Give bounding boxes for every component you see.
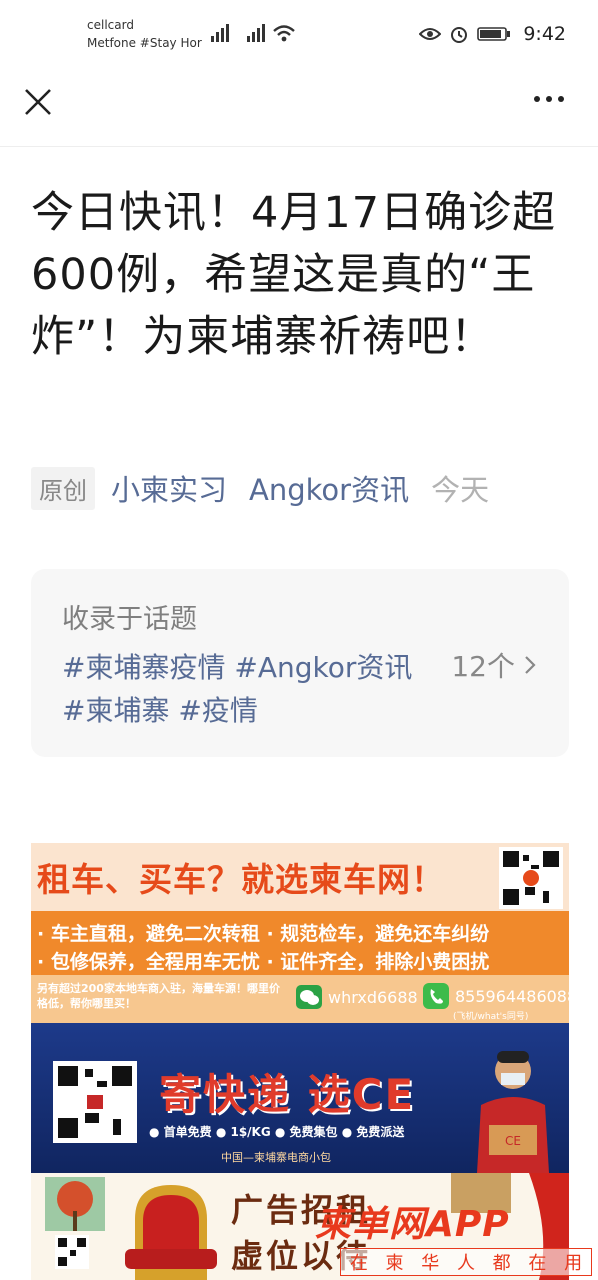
slogan-char: 在: [349, 1253, 368, 1274]
publish-date: 今天: [431, 473, 490, 507]
qr-code-icon-3: [55, 1235, 89, 1269]
delivery-person-image: CE: [477, 1051, 549, 1173]
courier-title: 寄快递 选CE: [159, 1070, 416, 1119]
topic-card[interactable]: 收录于话题 #柬埔寨疫情 #Angkor资讯 #柬埔寨 #疫情 12个: [31, 569, 569, 757]
close-icon[interactable]: [22, 86, 54, 118]
slogan-char: 华: [421, 1253, 440, 1274]
car-banner-title: 租车、买车？就选柬车网！: [37, 860, 445, 899]
car-banner-small-text: 另有超过200家本地车商入驻，海量车源！哪里价格低，帮你哪里买！: [37, 982, 280, 1010]
signal-icon: [211, 24, 229, 42]
article-meta: 原创 小柬实习 Angkor资讯 今天: [31, 466, 489, 510]
status-bar: cellcard Metfone #Stay Hor 9:42: [0, 0, 598, 68]
svg-text:CE: CE: [505, 1134, 521, 1148]
car-banner-line-2: · 包修保养，全程用车无忧 · 证件齐全，排除小费困扰: [37, 951, 490, 973]
qr-code-icon: [499, 847, 563, 909]
phone-sub: (飞机/what's同号): [453, 1012, 529, 1022]
carrier-info: cellcard Metfone #Stay Hor: [87, 16, 202, 52]
wifi-icon: [273, 25, 295, 42]
clock: 9:42: [523, 23, 566, 45]
battery-icon: [477, 27, 511, 41]
watermark-slogan: 在 柬 华 人 都 在 用: [340, 1248, 592, 1276]
top-nav: [0, 68, 598, 147]
topic-label: 收录于话题: [62, 604, 197, 635]
courier-features: ● 首单免费 ● 1$/KG ● 免费集包 ● 免费派送: [149, 1125, 405, 1139]
carrier-sub: Metfone #Stay Hor: [87, 36, 202, 50]
courier-banner: 寄快递 选CE ● 首单免费 ● 1$/KG ● 免费集包 ● 免费派送 中国—…: [31, 1023, 569, 1173]
slogan-char: 人: [456, 1253, 475, 1274]
phone-contact: 855964486088: [423, 983, 569, 1009]
topic-count[interactable]: 12个: [451, 645, 537, 685]
car-banner-line-1: · 车主直租，避免二次转租 · 规范检车，避免还车纠纷: [37, 923, 490, 945]
topic-count-label: 12个: [451, 650, 515, 683]
qr-code-icon-2: [53, 1061, 137, 1143]
car-rental-banner: 租车、买车？就选柬车网！ · 车主直租，避免二次转租 · 规范检车，避免还车纠纷…: [31, 843, 569, 1023]
more-dots-icon[interactable]: [534, 96, 564, 102]
slogan-char: 柬: [385, 1253, 404, 1274]
account-link[interactable]: Angkor资讯: [249, 467, 409, 509]
wechat-contact: whrxd6688: [296, 985, 418, 1009]
courier-sub: 中国—柬埔寨电商小包: [221, 1151, 331, 1164]
phone-number: 855964486088: [455, 986, 569, 1006]
throne-image: [125, 1185, 217, 1280]
watermark-logo: 柬单网APP: [315, 1204, 510, 1245]
alarm-icon: [451, 27, 468, 43]
tree-image: [45, 1177, 105, 1231]
slogan-char: 在: [528, 1253, 547, 1274]
wechat-icon: [296, 985, 322, 1009]
phone-icon: [423, 983, 449, 1009]
carrier-name: cellcard: [87, 18, 134, 32]
eye-icon: [419, 28, 442, 40]
topic-tags[interactable]: #柬埔寨疫情 #Angkor资讯 #柬埔寨 #疫情: [62, 646, 422, 732]
wechat-id: whrxd6688: [328, 987, 418, 1007]
original-badge: 原创: [31, 466, 95, 510]
author-link[interactable]: 小柬实习: [111, 467, 227, 509]
slogan-char: 用: [564, 1253, 583, 1274]
article-title: 今日快讯！4月17日确诊超600例，希望这是真的“王炸”！为柬埔寨祈祷吧！: [31, 188, 557, 362]
chevron-right-icon: [525, 656, 536, 674]
signal-icon-2: [247, 24, 265, 42]
slogan-char: 都: [492, 1253, 511, 1274]
